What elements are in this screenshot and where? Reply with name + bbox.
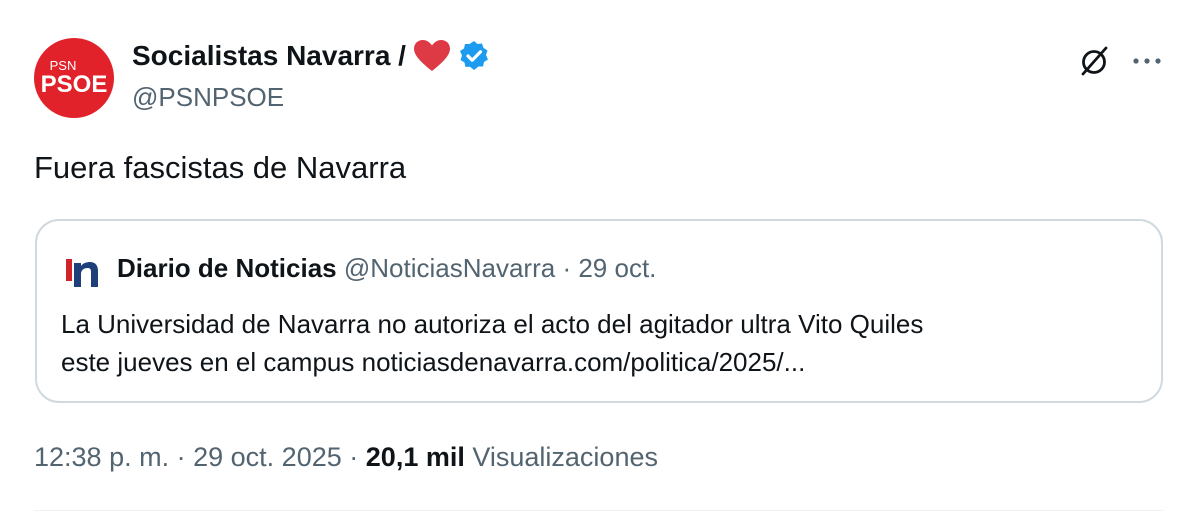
quote-separator: · bbox=[562, 253, 572, 283]
grok-icon[interactable] bbox=[1079, 46, 1109, 76]
tweet-date[interactable]: 29 oct. 2025 bbox=[193, 442, 342, 472]
tweet-text: Fuera fascistas de Navarra bbox=[34, 150, 407, 185]
quote-body-line-1: La Universidad de Navarra no autoriza el… bbox=[61, 309, 924, 339]
tweet-footer: 12:38 p. m. · 29 oct. 2025 · 20,1 mil Vi… bbox=[34, 442, 658, 473]
verified-badge-icon[interactable] bbox=[458, 40, 490, 72]
quote-body-line-2: este jueves en el campus noticiasdenavar… bbox=[61, 347, 806, 377]
views-label: Visualizaciones bbox=[472, 442, 658, 472]
author-name-row[interactable]: Socialistas Navarra / bbox=[132, 40, 490, 72]
tweet-time[interactable]: 12:38 p. m. bbox=[34, 442, 169, 472]
avatar-psoe-text: PSOE bbox=[40, 71, 108, 98]
quote-author-handle[interactable]: @NoticiasNavarra bbox=[344, 253, 555, 283]
quote-body: La Universidad de Navarra no autoriza el… bbox=[61, 305, 1141, 381]
author-handle[interactable]: @PSNPSOE bbox=[132, 82, 284, 113]
quoted-tweet-card[interactable]: Diario de Noticias @NoticiasNavarra · 29… bbox=[35, 219, 1163, 403]
quote-header: Diario de Noticias @NoticiasNavarra · 29… bbox=[117, 253, 656, 284]
author-name[interactable]: Socialistas Navarra / bbox=[132, 40, 406, 72]
diario-de-noticias-logo[interactable] bbox=[63, 251, 103, 291]
more-icon[interactable] bbox=[1131, 53, 1163, 69]
views-count: 20,1 mil bbox=[365, 442, 465, 472]
divider bbox=[34, 510, 1163, 511]
footer-separator-2: · bbox=[349, 442, 359, 472]
heart-icon bbox=[413, 40, 450, 72]
quote-author-name[interactable]: Diario de Noticias bbox=[117, 253, 337, 283]
footer-separator-1: · bbox=[176, 442, 186, 472]
quote-date[interactable]: 29 oct. bbox=[578, 253, 656, 283]
author-avatar[interactable]: PSN PSOE bbox=[34, 38, 114, 118]
